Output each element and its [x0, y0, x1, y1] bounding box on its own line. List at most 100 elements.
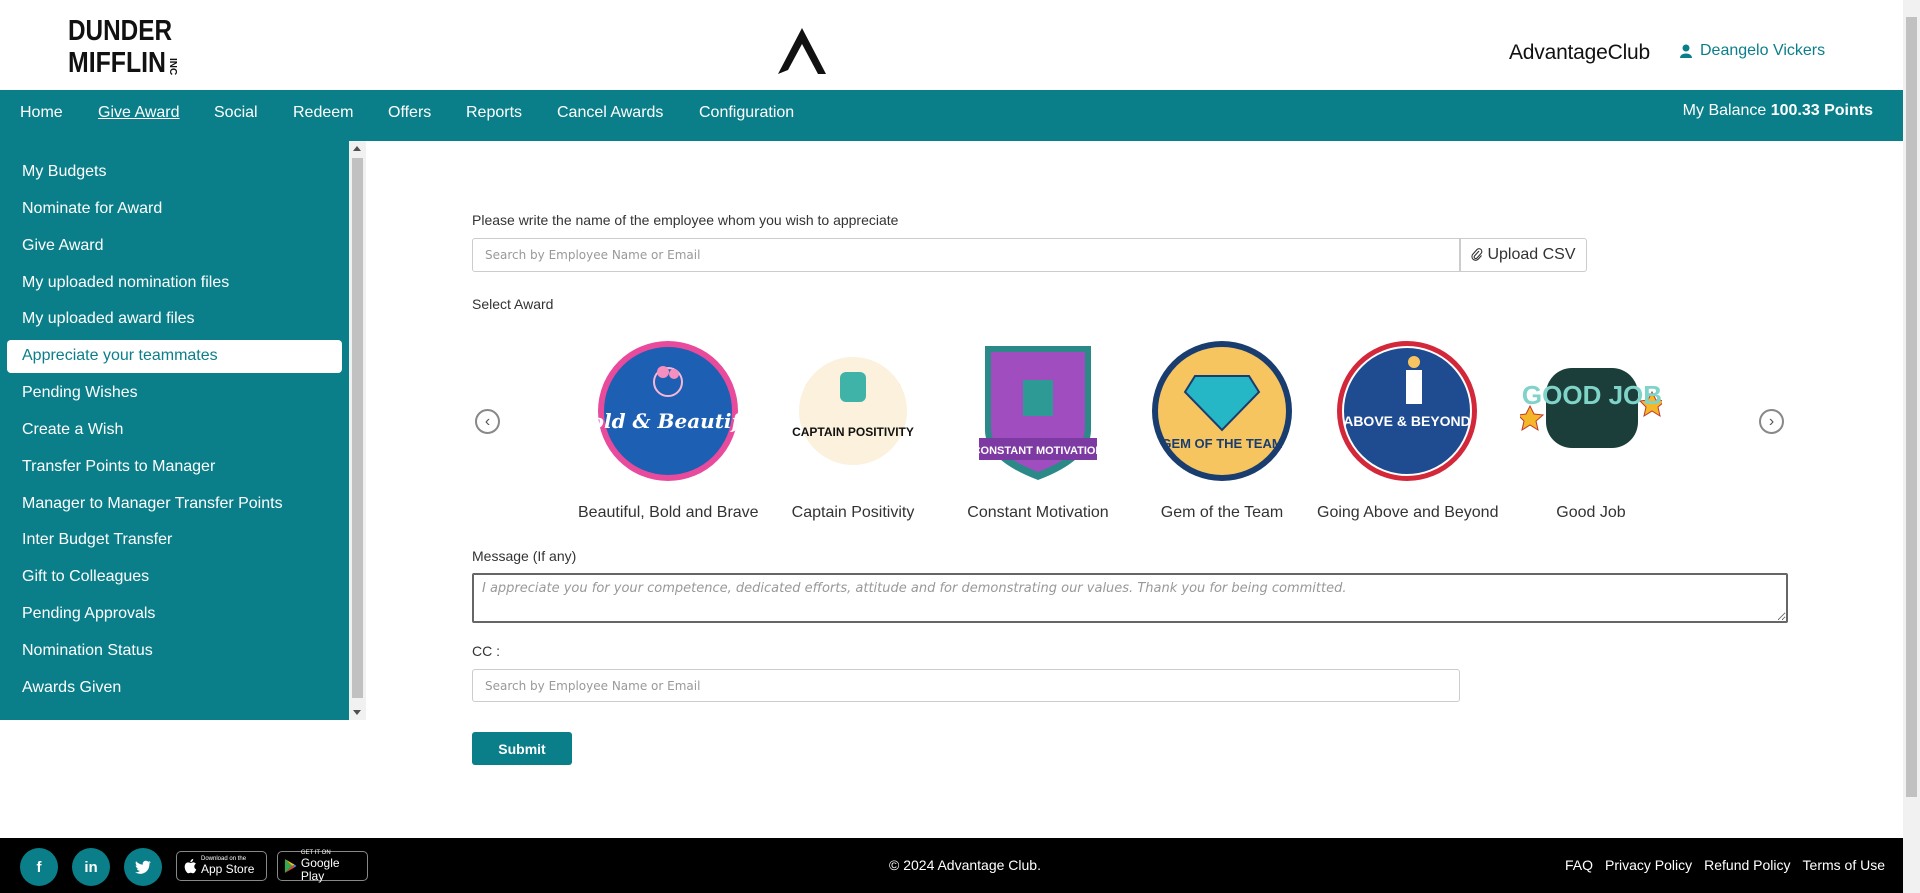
constant-motivation-badge: CONSTANT MOTIVATION — [973, 346, 1104, 480]
balance-value: 100.33 Points — [1770, 102, 1873, 119]
award-badge-text-2: CAPTAIN POSITIVITY — [792, 425, 914, 439]
nav-social[interactable]: Social — [214, 104, 258, 122]
award-card[interactable]: CAPTAIN POSITIVITY Captain Positivity — [763, 340, 943, 522]
award-card[interactable]: GOOD JOB Good Job — [1501, 340, 1681, 522]
award-badge-text-4: GEM OF THE TEAM — [1161, 436, 1282, 451]
bold-beautiful-badge: Bold & Beautiful — [597, 341, 739, 481]
employee-label: Please write the name of the employee wh… — [472, 212, 899, 228]
advantage-club-brand: AdvantageClub — [1509, 41, 1651, 64]
chevron-right-icon: › — [1768, 412, 1775, 430]
captain-positivity-badge: CAPTAIN POSITIVITY — [792, 357, 914, 465]
twitter-icon[interactable] — [124, 848, 162, 886]
sidebar-item-appreciate-teammates[interactable]: Appreciate your teammates — [7, 340, 342, 373]
sidebar-scrollbar[interactable] — [349, 141, 366, 720]
balance-display: My Balance 100.33 Points — [1683, 102, 1873, 120]
footer-links: FAQ Privacy Policy Refund Policy Terms o… — [1565, 857, 1885, 873]
select-award-label: Select Award — [472, 296, 554, 312]
award-name: Captain Positivity — [791, 504, 915, 521]
sidebar-item-uploaded-nomination-files[interactable]: My uploaded nomination files — [22, 274, 229, 292]
nav-redeem[interactable]: Redeem — [293, 104, 353, 122]
sidebar-item-manager-transfer-points[interactable]: Manager to Manager Transfer Points — [22, 495, 283, 513]
nav-cancel-awards[interactable]: Cancel Awards — [557, 104, 663, 122]
cc-label: CC : — [472, 643, 500, 659]
sidebar-item-my-budgets[interactable]: My Budgets — [22, 163, 106, 181]
footer: f in Download on the App Store GET IT ON G… — [0, 838, 1903, 893]
award-badge-text-6: GOOD JOB — [1522, 380, 1662, 410]
nav-offers[interactable]: Offers — [388, 104, 431, 122]
award-card[interactable]: CONSTANT MOTIVATION Constant Motivation — [948, 340, 1128, 522]
scroll-thumb[interactable] — [352, 158, 363, 698]
award-card[interactable]: GEM OF THE TEAM Gem of the Team — [1132, 340, 1312, 522]
carousel-next-button[interactable]: › — [1759, 409, 1784, 434]
sidebar-item-awards-given[interactable]: Awards Given — [22, 679, 121, 697]
sidebar-item-transfer-points-manager[interactable]: Transfer Points to Manager — [22, 458, 215, 476]
app-store-text: App Store — [201, 862, 255, 876]
facebook-icon[interactable]: f — [20, 848, 58, 886]
chevron-left-icon: ‹ — [484, 412, 491, 430]
message-label: Message (If any) — [472, 548, 577, 564]
award-badge-text-1: Bold & Beautiful — [597, 409, 739, 433]
scroll-up-icon[interactable] — [353, 146, 361, 151]
award-name: Going Above and Beyond — [1317, 504, 1499, 521]
footer-link-faq[interactable]: FAQ — [1565, 857, 1593, 873]
dunder-mifflin-logo[interactable]: DUNDER MIFFLIN INC — [66, 12, 186, 78]
award-card[interactable]: ABOVE & BEYOND Going Above and Beyond — [1317, 340, 1499, 522]
message-textarea[interactable] — [472, 573, 1788, 623]
sidebar-item-pending-wishes[interactable]: Pending Wishes — [22, 384, 138, 402]
page-scroll-thumb[interactable] — [1906, 17, 1917, 797]
award-name: Good Job — [1556, 504, 1626, 521]
nav-reports[interactable]: Reports — [466, 104, 522, 122]
sidebar: My Budgets Nominate for Award Give Award… — [0, 141, 349, 720]
award-name: Gem of the Team — [1160, 504, 1284, 521]
upload-csv-label: Upload CSV — [1487, 246, 1576, 263]
nav-configuration[interactable]: Configuration — [699, 104, 794, 122]
user-icon — [1680, 44, 1692, 58]
nav-home[interactable]: Home — [20, 104, 63, 122]
app-store-button[interactable]: Download on the App Store — [176, 851, 267, 881]
employee-search-input[interactable] — [472, 238, 1460, 272]
footer-link-privacy[interactable]: Privacy Policy — [1605, 857, 1692, 873]
footer-link-terms[interactable]: Terms of Use — [1803, 857, 1885, 873]
cc-search-input[interactable] — [472, 669, 1460, 702]
paperclip-icon — [1471, 248, 1483, 261]
google-play-icon — [284, 859, 297, 873]
nav-give-award[interactable]: Give Award — [98, 104, 180, 122]
sidebar-item-inter-budget-transfer[interactable]: Inter Budget Transfer — [22, 531, 172, 549]
user-name[interactable]: Deangelo Vickers — [1700, 42, 1825, 60]
award-badge-text-3: CONSTANT MOTIVATION — [973, 445, 1104, 457]
linkedin-icon[interactable]: in — [72, 848, 110, 886]
submit-button[interactable]: Submit — [472, 732, 572, 765]
award-name: Beautiful, Bold and Brave — [578, 504, 759, 521]
sidebar-item-create-wish[interactable]: Create a Wish — [22, 421, 123, 439]
scroll-down-icon[interactable] — [353, 710, 361, 715]
user-menu[interactable]: Deangelo Vickers — [1680, 42, 1825, 60]
upload-csv-button[interactable]: Upload CSV — [1460, 238, 1587, 272]
balance-label: My Balance — [1682, 102, 1767, 119]
above-beyond-badge: ABOVE & BEYOND — [1337, 341, 1477, 481]
award-card[interactable]: Bold & Beautiful Beautiful, Bold and Bra… — [578, 340, 759, 522]
google-play-text: Google Play — [300, 855, 340, 883]
sidebar-item-pending-approvals[interactable]: Pending Approvals — [22, 605, 155, 623]
footer-link-refund[interactable]: Refund Policy — [1704, 857, 1790, 873]
carousel-prev-button[interactable]: ‹ — [475, 409, 500, 434]
page-scrollbar[interactable] — [1903, 0, 1920, 893]
svg-text:DUNDER: DUNDER — [68, 15, 172, 47]
svg-text:MIFFLIN: MIFFLIN — [68, 47, 166, 78]
sidebar-item-give-award[interactable]: Give Award — [22, 237, 104, 255]
apple-icon — [184, 858, 197, 874]
sidebar-item-uploaded-award-files[interactable]: My uploaded award files — [22, 310, 195, 328]
award-badge-text-5: ABOVE & BEYOND — [1343, 413, 1471, 429]
copyright-text: © 2024 Advantage Club. — [889, 857, 1041, 873]
gem-of-team-badge: GEM OF THE TEAM — [1152, 341, 1292, 481]
advantage-logo-icon[interactable] — [774, 24, 830, 76]
sidebar-item-nomination-status[interactable]: Nomination Status — [22, 642, 153, 660]
sidebar-item-label: Appreciate your teammates — [22, 347, 218, 364]
sidebar-item-gift-colleagues[interactable]: Gift to Colleagues — [22, 568, 149, 586]
top-header: DUNDER MIFFLIN INC AdvantageClub Deangel… — [0, 0, 1903, 90]
good-job-badge: GOOD JOB — [1520, 368, 1662, 448]
google-play-button[interactable]: GET IT ON Google Play — [277, 850, 368, 883]
svg-text:INC: INC — [167, 58, 178, 75]
sidebar-item-nominate-for-award[interactable]: Nominate for Award — [22, 200, 162, 218]
main-nav: Home Give Award Social Redeem Offers Rep… — [0, 90, 1903, 141]
award-name: Constant Motivation — [967, 504, 1109, 521]
